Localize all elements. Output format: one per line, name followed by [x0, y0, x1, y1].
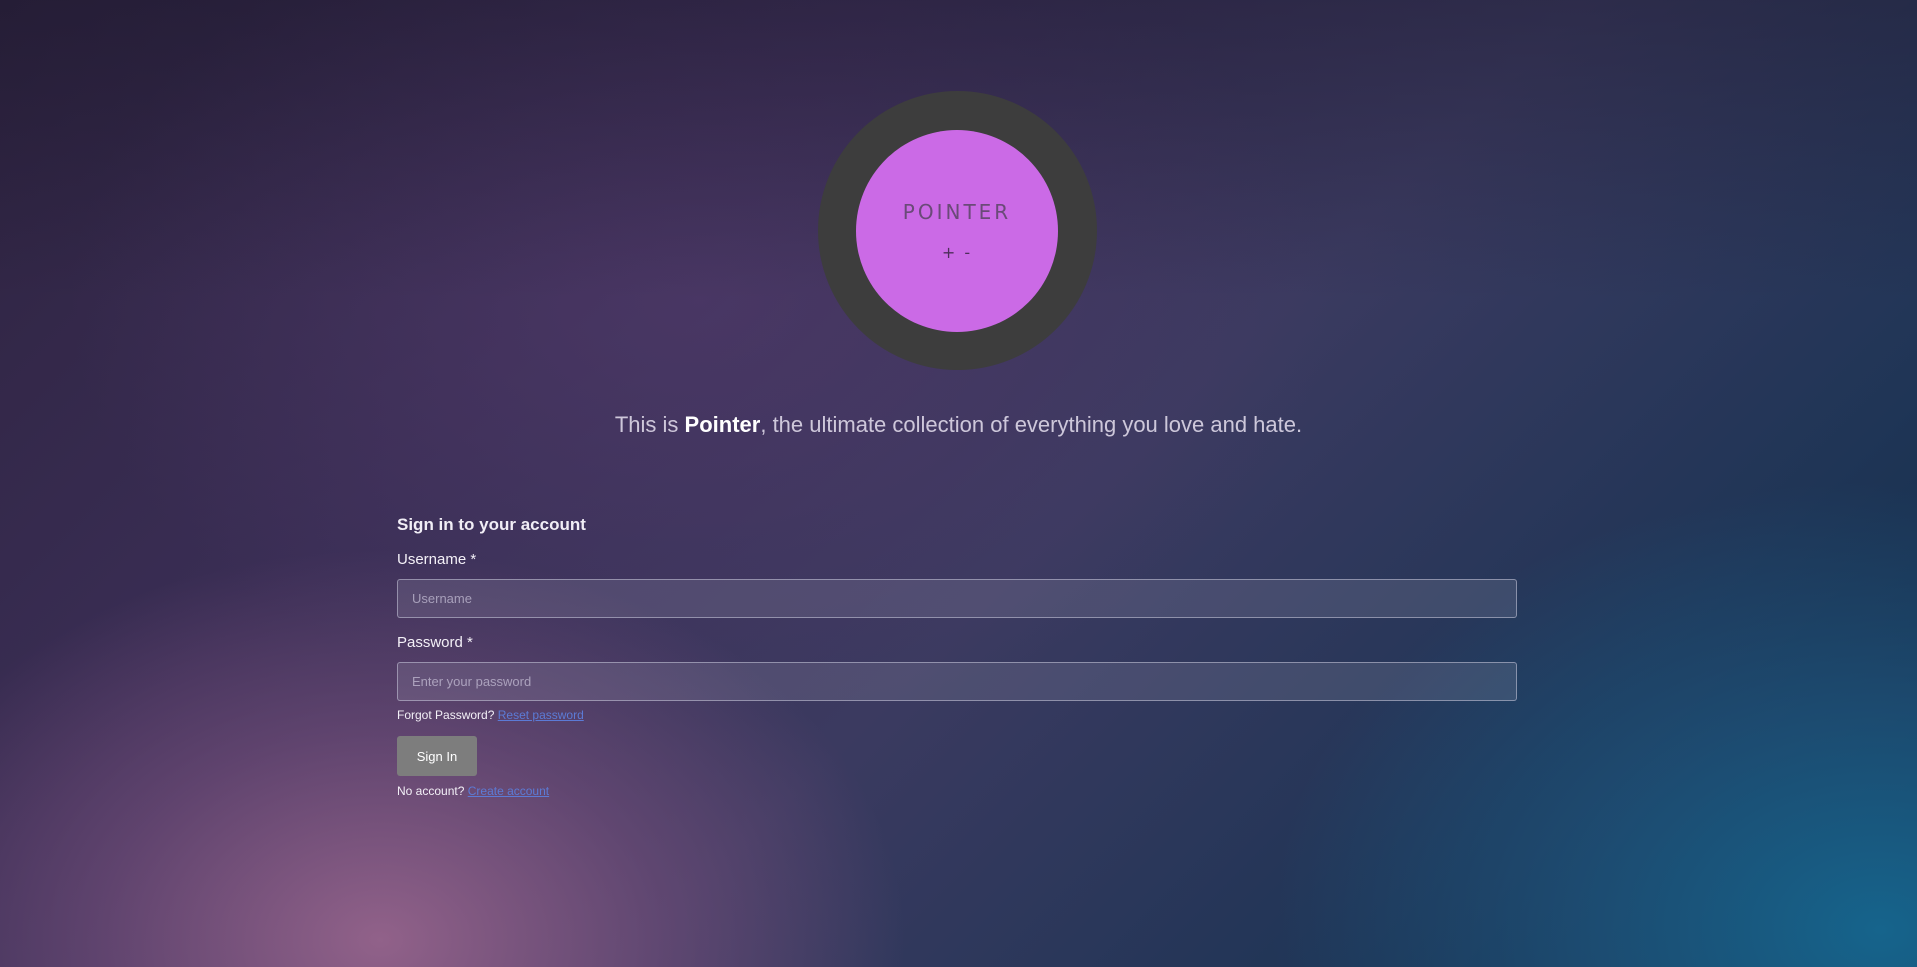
no-account-text: No account?: [397, 784, 465, 798]
sign-in-form: Sign in to your account Username * Passw…: [397, 514, 1517, 798]
tagline-brand: Pointer: [684, 412, 761, 437]
logo-badge: POINTER + -: [856, 130, 1058, 332]
password-label-text: Password: [397, 634, 463, 651]
tagline: This is Pointer, the ultimate collection…: [0, 412, 1917, 438]
reset-password-link[interactable]: Reset password: [498, 708, 584, 722]
logo: POINTER + -: [818, 91, 1097, 370]
username-label: Username *: [397, 551, 476, 568]
tagline-prefix: This is: [614, 412, 685, 437]
password-label: Password *: [397, 634, 473, 651]
password-input[interactable]: [397, 662, 1517, 701]
logo-subtitle: + -: [941, 243, 973, 262]
create-account-link[interactable]: Create account: [468, 784, 549, 798]
tagline-suffix: , the ultimate collection of everything …: [760, 412, 1303, 437]
forgot-password-text: Forgot Password?: [397, 708, 495, 722]
username-input[interactable]: [397, 579, 1517, 618]
form-heading: Sign in to your account: [397, 515, 586, 534]
logo-title: POINTER: [902, 200, 1012, 224]
username-label-text: Username: [397, 551, 467, 568]
forgot-password-row: Forgot Password? Reset password: [397, 708, 584, 722]
create-account-row: No account? Create account: [397, 784, 549, 798]
sign-in-button[interactable]: Sign In: [397, 736, 477, 776]
username-required-mark: *: [470, 551, 477, 568]
password-required-mark: *: [467, 634, 473, 651]
